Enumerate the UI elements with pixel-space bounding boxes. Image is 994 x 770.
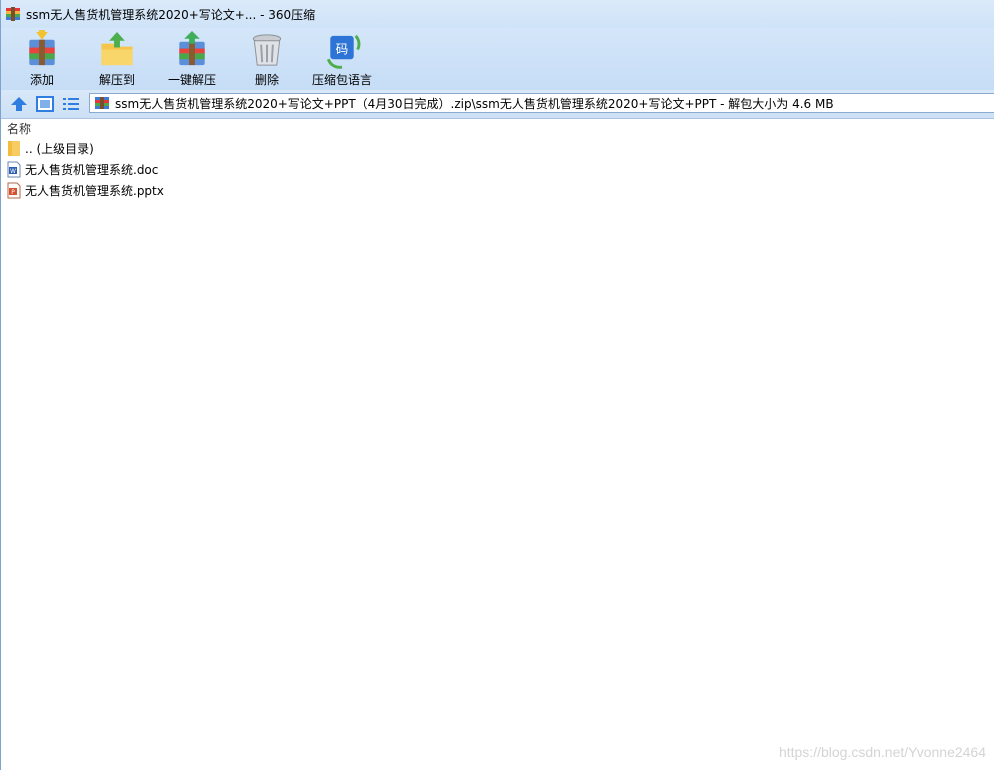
archive-icon	[6, 7, 20, 21]
extract-to-icon	[101, 31, 133, 66]
watermark: https://blog.csdn.net/Yvonne2464	[778, 744, 986, 760]
add-archive-icon	[29, 30, 55, 66]
archive-language-label: 压缩包语言	[311, 73, 372, 87]
delete-label: 删除	[254, 73, 279, 87]
up-arrow-icon[interactable]	[9, 94, 29, 114]
one-click-extract-label: 一键解压	[167, 73, 216, 87]
thumbnail-view-icon[interactable]	[35, 94, 55, 114]
file-name: .. (上级目录)	[25, 142, 94, 156]
toolbar: 添加 解压到 一键解压 删除 码 压缩包语言	[1, 28, 994, 90]
one-click-extract-icon	[179, 30, 205, 66]
add-label: 添加	[29, 73, 54, 87]
address-path: ssm无人售货机管理系统2020+写论文+PPT（4月30日完成）.zip\ss…	[115, 96, 834, 111]
folder-icon	[8, 141, 20, 156]
list-item-pptx-file[interactable]: P 无人售货机管理系统.pptx	[1, 180, 994, 201]
archive-language-icon: 码	[326, 34, 361, 69]
list-item-parent-directory[interactable]: .. (上级目录)	[1, 138, 994, 159]
address-bar[interactable]: ssm无人售货机管理系统2020+写论文+PPT（4月30日完成）.zip\ss…	[89, 93, 994, 113]
list-item-doc-file[interactable]: W 无人售货机管理系统.doc	[1, 159, 994, 180]
file-list: .. (上级目录) W 无人售货机管理系统.doc P 无人售货机管理系统.pp…	[1, 138, 994, 201]
column-header-name: 名称	[7, 121, 32, 136]
word-doc-icon: W	[7, 161, 21, 178]
one-click-extract-button[interactable]: 一键解压	[160, 30, 224, 88]
svg-text:W: W	[10, 168, 16, 175]
extract-to-label: 解压到	[98, 73, 135, 87]
navigation-bar: ssm无人售货机管理系统2020+写论文+PPT（4月30日完成）.zip\ss…	[1, 90, 994, 119]
svg-text:P: P	[11, 189, 15, 196]
file-name: 无人售货机管理系统.pptx	[25, 184, 164, 198]
trash-icon	[252, 34, 282, 66]
list-view-icon[interactable]	[61, 94, 81, 114]
column-header[interactable]: 名称	[1, 119, 994, 137]
powerpoint-icon: P	[7, 182, 21, 199]
archive-path-icon	[95, 97, 109, 109]
add-button[interactable]: 添加	[10, 30, 74, 88]
window-title: ssm无人售货机管理系统2020+写论文+... - 360压缩	[26, 7, 316, 22]
delete-button[interactable]: 删除	[235, 30, 299, 88]
app-window: ssm无人售货机管理系统2020+写论文+... - 360压缩 添加 解压到	[0, 0, 994, 770]
title-bar: ssm无人售货机管理系统2020+写论文+... - 360压缩	[1, 0, 994, 28]
archive-language-button[interactable]: 码 压缩包语言	[310, 30, 374, 88]
archive-language-glyph: 码	[336, 41, 349, 56]
file-name: 无人售货机管理系统.doc	[25, 163, 159, 177]
extract-to-button[interactable]: 解压到	[85, 30, 149, 88]
